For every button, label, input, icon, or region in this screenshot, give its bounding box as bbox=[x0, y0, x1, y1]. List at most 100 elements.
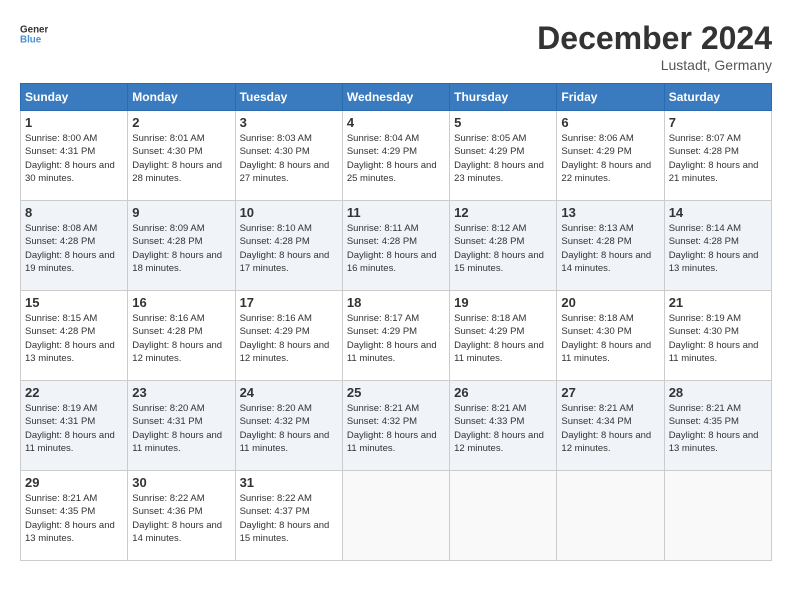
day-cell-5: 5 Sunrise: 8:05 AM Sunset: 4:29 PM Dayli… bbox=[450, 111, 557, 201]
day-info: Sunrise: 8:18 AM Sunset: 4:29 PM Dayligh… bbox=[454, 312, 552, 365]
day-number: 10 bbox=[240, 205, 338, 220]
day-number: 24 bbox=[240, 385, 338, 400]
empty-cell bbox=[450, 471, 557, 561]
day-cell-26: 26 Sunrise: 8:21 AM Sunset: 4:33 PM Dayl… bbox=[450, 381, 557, 471]
day-info: Sunrise: 8:14 AM Sunset: 4:28 PM Dayligh… bbox=[669, 222, 767, 275]
day-info: Sunrise: 8:21 AM Sunset: 4:34 PM Dayligh… bbox=[561, 402, 659, 455]
day-cell-29: 29 Sunrise: 8:21 AM Sunset: 4:35 PM Dayl… bbox=[21, 471, 128, 561]
logo: General Blue bbox=[20, 20, 48, 48]
day-number: 7 bbox=[669, 115, 767, 130]
day-cell-10: 10 Sunrise: 8:10 AM Sunset: 4:28 PM Dayl… bbox=[235, 201, 342, 291]
day-cell-21: 21 Sunrise: 8:19 AM Sunset: 4:30 PM Dayl… bbox=[664, 291, 771, 381]
header-row: Sunday Monday Tuesday Wednesday Thursday… bbox=[21, 84, 772, 111]
day-cell-12: 12 Sunrise: 8:12 AM Sunset: 4:28 PM Dayl… bbox=[450, 201, 557, 291]
day-number: 16 bbox=[132, 295, 230, 310]
day-cell-18: 18 Sunrise: 8:17 AM Sunset: 4:29 PM Dayl… bbox=[342, 291, 449, 381]
calendar-week-4: 22 Sunrise: 8:19 AM Sunset: 4:31 PM Dayl… bbox=[21, 381, 772, 471]
day-number: 26 bbox=[454, 385, 552, 400]
col-saturday: Saturday bbox=[664, 84, 771, 111]
day-cell-11: 11 Sunrise: 8:11 AM Sunset: 4:28 PM Dayl… bbox=[342, 201, 449, 291]
day-info: Sunrise: 8:22 AM Sunset: 4:37 PM Dayligh… bbox=[240, 492, 338, 545]
day-info: Sunrise: 8:08 AM Sunset: 4:28 PM Dayligh… bbox=[25, 222, 123, 275]
day-info: Sunrise: 8:16 AM Sunset: 4:29 PM Dayligh… bbox=[240, 312, 338, 365]
header: General Blue December 2024 Lustadt, Germ… bbox=[20, 20, 772, 73]
day-cell-14: 14 Sunrise: 8:14 AM Sunset: 4:28 PM Dayl… bbox=[664, 201, 771, 291]
day-cell-28: 28 Sunrise: 8:21 AM Sunset: 4:35 PM Dayl… bbox=[664, 381, 771, 471]
day-info: Sunrise: 8:07 AM Sunset: 4:28 PM Dayligh… bbox=[669, 132, 767, 185]
day-cell-20: 20 Sunrise: 8:18 AM Sunset: 4:30 PM Dayl… bbox=[557, 291, 664, 381]
day-info: Sunrise: 8:01 AM Sunset: 4:30 PM Dayligh… bbox=[132, 132, 230, 185]
day-cell-25: 25 Sunrise: 8:21 AM Sunset: 4:32 PM Dayl… bbox=[342, 381, 449, 471]
day-cell-13: 13 Sunrise: 8:13 AM Sunset: 4:28 PM Dayl… bbox=[557, 201, 664, 291]
day-number: 13 bbox=[561, 205, 659, 220]
day-info: Sunrise: 8:21 AM Sunset: 4:33 PM Dayligh… bbox=[454, 402, 552, 455]
day-info: Sunrise: 8:21 AM Sunset: 4:35 PM Dayligh… bbox=[669, 402, 767, 455]
day-info: Sunrise: 8:21 AM Sunset: 4:32 PM Dayligh… bbox=[347, 402, 445, 455]
col-monday: Monday bbox=[128, 84, 235, 111]
day-info: Sunrise: 8:00 AM Sunset: 4:31 PM Dayligh… bbox=[25, 132, 123, 185]
month-title: December 2024 bbox=[537, 20, 772, 57]
day-cell-9: 9 Sunrise: 8:09 AM Sunset: 4:28 PM Dayli… bbox=[128, 201, 235, 291]
day-number: 22 bbox=[25, 385, 123, 400]
day-number: 27 bbox=[561, 385, 659, 400]
svg-text:Blue: Blue bbox=[20, 34, 42, 45]
day-cell-31: 31 Sunrise: 8:22 AM Sunset: 4:37 PM Dayl… bbox=[235, 471, 342, 561]
day-info: Sunrise: 8:10 AM Sunset: 4:28 PM Dayligh… bbox=[240, 222, 338, 275]
day-cell-16: 16 Sunrise: 8:16 AM Sunset: 4:28 PM Dayl… bbox=[128, 291, 235, 381]
title-area: December 2024 Lustadt, Germany bbox=[537, 20, 772, 73]
day-cell-4: 4 Sunrise: 8:04 AM Sunset: 4:29 PM Dayli… bbox=[342, 111, 449, 201]
day-info: Sunrise: 8:20 AM Sunset: 4:32 PM Dayligh… bbox=[240, 402, 338, 455]
day-number: 28 bbox=[669, 385, 767, 400]
day-number: 30 bbox=[132, 475, 230, 490]
calendar-week-2: 8 Sunrise: 8:08 AM Sunset: 4:28 PM Dayli… bbox=[21, 201, 772, 291]
empty-cell bbox=[664, 471, 771, 561]
day-number: 25 bbox=[347, 385, 445, 400]
day-cell-7: 7 Sunrise: 8:07 AM Sunset: 4:28 PM Dayli… bbox=[664, 111, 771, 201]
day-number: 14 bbox=[669, 205, 767, 220]
day-number: 31 bbox=[240, 475, 338, 490]
day-number: 1 bbox=[25, 115, 123, 130]
day-info: Sunrise: 8:03 AM Sunset: 4:30 PM Dayligh… bbox=[240, 132, 338, 185]
col-friday: Friday bbox=[557, 84, 664, 111]
day-cell-22: 22 Sunrise: 8:19 AM Sunset: 4:31 PM Dayl… bbox=[21, 381, 128, 471]
day-info: Sunrise: 8:19 AM Sunset: 4:30 PM Dayligh… bbox=[669, 312, 767, 365]
day-cell-1: 1 Sunrise: 8:00 AM Sunset: 4:31 PM Dayli… bbox=[21, 111, 128, 201]
day-cell-15: 15 Sunrise: 8:15 AM Sunset: 4:28 PM Dayl… bbox=[21, 291, 128, 381]
day-info: Sunrise: 8:15 AM Sunset: 4:28 PM Dayligh… bbox=[25, 312, 123, 365]
day-number: 2 bbox=[132, 115, 230, 130]
day-cell-30: 30 Sunrise: 8:22 AM Sunset: 4:36 PM Dayl… bbox=[128, 471, 235, 561]
day-number: 9 bbox=[132, 205, 230, 220]
day-cell-27: 27 Sunrise: 8:21 AM Sunset: 4:34 PM Dayl… bbox=[557, 381, 664, 471]
col-sunday: Sunday bbox=[21, 84, 128, 111]
col-thursday: Thursday bbox=[450, 84, 557, 111]
day-info: Sunrise: 8:19 AM Sunset: 4:31 PM Dayligh… bbox=[25, 402, 123, 455]
day-info: Sunrise: 8:21 AM Sunset: 4:35 PM Dayligh… bbox=[25, 492, 123, 545]
day-number: 20 bbox=[561, 295, 659, 310]
day-cell-17: 17 Sunrise: 8:16 AM Sunset: 4:29 PM Dayl… bbox=[235, 291, 342, 381]
day-cell-23: 23 Sunrise: 8:20 AM Sunset: 4:31 PM Dayl… bbox=[128, 381, 235, 471]
day-number: 11 bbox=[347, 205, 445, 220]
day-info: Sunrise: 8:12 AM Sunset: 4:28 PM Dayligh… bbox=[454, 222, 552, 275]
day-info: Sunrise: 8:11 AM Sunset: 4:28 PM Dayligh… bbox=[347, 222, 445, 275]
day-number: 6 bbox=[561, 115, 659, 130]
day-number: 4 bbox=[347, 115, 445, 130]
day-number: 15 bbox=[25, 295, 123, 310]
day-number: 21 bbox=[669, 295, 767, 310]
calendar-week-3: 15 Sunrise: 8:15 AM Sunset: 4:28 PM Dayl… bbox=[21, 291, 772, 381]
day-info: Sunrise: 8:05 AM Sunset: 4:29 PM Dayligh… bbox=[454, 132, 552, 185]
day-number: 23 bbox=[132, 385, 230, 400]
day-info: Sunrise: 8:22 AM Sunset: 4:36 PM Dayligh… bbox=[132, 492, 230, 545]
col-tuesday: Tuesday bbox=[235, 84, 342, 111]
day-number: 12 bbox=[454, 205, 552, 220]
day-info: Sunrise: 8:20 AM Sunset: 4:31 PM Dayligh… bbox=[132, 402, 230, 455]
empty-cell bbox=[342, 471, 449, 561]
empty-cell bbox=[557, 471, 664, 561]
day-number: 17 bbox=[240, 295, 338, 310]
calendar-week-5: 29 Sunrise: 8:21 AM Sunset: 4:35 PM Dayl… bbox=[21, 471, 772, 561]
logo-icon: General Blue bbox=[20, 20, 48, 48]
day-cell-2: 2 Sunrise: 8:01 AM Sunset: 4:30 PM Dayli… bbox=[128, 111, 235, 201]
day-cell-24: 24 Sunrise: 8:20 AM Sunset: 4:32 PM Dayl… bbox=[235, 381, 342, 471]
calendar-table: Sunday Monday Tuesday Wednesday Thursday… bbox=[20, 83, 772, 561]
day-number: 5 bbox=[454, 115, 552, 130]
day-number: 18 bbox=[347, 295, 445, 310]
